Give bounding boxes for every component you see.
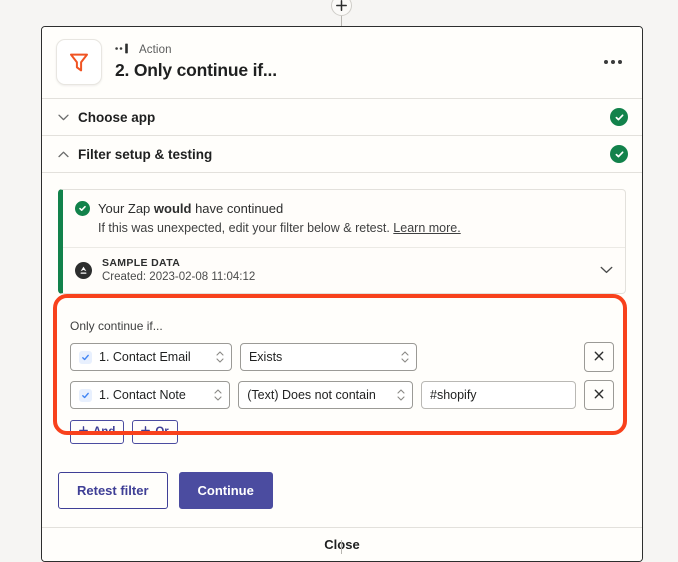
test-result-panel: Your Zap would have continued If this wa… (58, 189, 626, 294)
plus-icon (141, 426, 150, 438)
canvas-connector-bottom (341, 540, 342, 554)
headline-suffix: have continued (191, 201, 283, 216)
remove-condition-button[interactable] (584, 342, 614, 372)
subtext-label: If this was unexpected, edit your filter… (98, 221, 390, 235)
retest-filter-button[interactable]: Retest filter (58, 472, 168, 509)
condition-field-value: 1. Contact Note (99, 388, 186, 402)
add-and-condition-button[interactable]: And (70, 420, 124, 444)
check-circle-icon (610, 108, 628, 126)
add-condition-row: And Or (70, 420, 614, 444)
section-filter-setup-label: Filter setup & testing (78, 147, 610, 162)
section-filter-setup[interactable]: Filter setup & testing (42, 136, 642, 173)
condition-operator-select[interactable]: (Text) Does not contain (238, 381, 413, 409)
section-choose-app[interactable]: Choose app (42, 99, 642, 136)
condition-field-value: 1. Contact Email (99, 350, 191, 364)
learn-more-link[interactable]: Learn more. (393, 221, 460, 235)
headline-prefix: Your Zap (98, 201, 154, 216)
kebab-menu-icon[interactable] (598, 47, 628, 77)
condition-value-empty (425, 343, 576, 371)
close-icon (594, 386, 604, 404)
sample-data-row[interactable]: SAMPLE DATA Created: 2023-02-08 11:04:12 (63, 248, 625, 293)
only-continue-if-label: Only continue if... (70, 319, 614, 333)
filter-funnel-icon (56, 39, 102, 85)
chevron-updown-icon (397, 389, 405, 401)
condition-operator-value: Exists (249, 350, 282, 364)
step-action-buttons: Retest filter Continue (58, 456, 626, 527)
section-choose-app-label: Choose app (78, 110, 610, 125)
step-type-label: Action (139, 44, 172, 56)
filter-builder: Only continue if... 1. Contact Email Exi… (58, 308, 626, 456)
test-result-message: Your Zap would have continued If this wa… (63, 190, 625, 248)
test-result-subtext: If this was unexpected, edit your filter… (98, 221, 613, 235)
step-card-header: Action 2. Only continue if... (42, 27, 642, 99)
sample-data-subtitle: Created: 2023-02-08 11:04:12 (102, 271, 600, 283)
chevron-updown-icon (214, 389, 222, 401)
step-header-text: Action 2. Only continue if... (115, 43, 598, 81)
chevron-down-icon (55, 114, 71, 121)
step-type-row: Action (115, 43, 598, 57)
checkbox-checked-icon (79, 389, 92, 402)
test-result-headline: Your Zap would have continued (75, 201, 613, 216)
add-and-label: And (93, 426, 115, 438)
add-step-button[interactable] (331, 0, 352, 16)
chevron-updown-icon (216, 351, 224, 363)
continue-button[interactable]: Continue (179, 472, 273, 509)
chevron-down-icon[interactable] (600, 261, 613, 279)
check-circle-icon (75, 201, 90, 216)
headline-text: Your Zap would have continued (98, 201, 283, 216)
add-or-label: Or (155, 426, 168, 438)
filter-condition-row: 1. Contact Note (Text) Does not contain (70, 380, 614, 410)
close-icon (594, 348, 604, 366)
plus-icon (336, 0, 347, 11)
add-or-condition-button[interactable]: Or (132, 420, 177, 444)
filter-setup-body: Your Zap would have continued If this wa… (42, 173, 642, 527)
page-title: 2. Only continue if... (115, 60, 598, 81)
remove-condition-button[interactable] (584, 380, 614, 410)
condition-operator-select[interactable]: Exists (240, 343, 417, 371)
chevron-up-icon (55, 151, 71, 158)
chevron-updown-icon (401, 351, 409, 363)
sample-data-icon (75, 262, 92, 279)
condition-field-select[interactable]: 1. Contact Note (70, 381, 230, 409)
checkbox-checked-icon (79, 351, 92, 364)
filter-condition-row: 1. Contact Email Exists (70, 342, 614, 372)
check-circle-icon (610, 145, 628, 163)
close-button[interactable]: Close (42, 527, 642, 561)
sample-data-title: SAMPLE DATA (102, 257, 600, 269)
sample-data-text: SAMPLE DATA Created: 2023-02-08 11:04:12 (102, 257, 600, 283)
plus-icon (79, 426, 88, 438)
step-card: Action 2. Only continue if... Choose app… (41, 26, 643, 562)
condition-field-select[interactable]: 1. Contact Email (70, 343, 232, 371)
flow-step-icon (115, 41, 132, 59)
condition-value-input[interactable] (421, 381, 576, 409)
headline-strong: would (154, 201, 192, 216)
condition-operator-value: (Text) Does not contain (247, 388, 376, 402)
